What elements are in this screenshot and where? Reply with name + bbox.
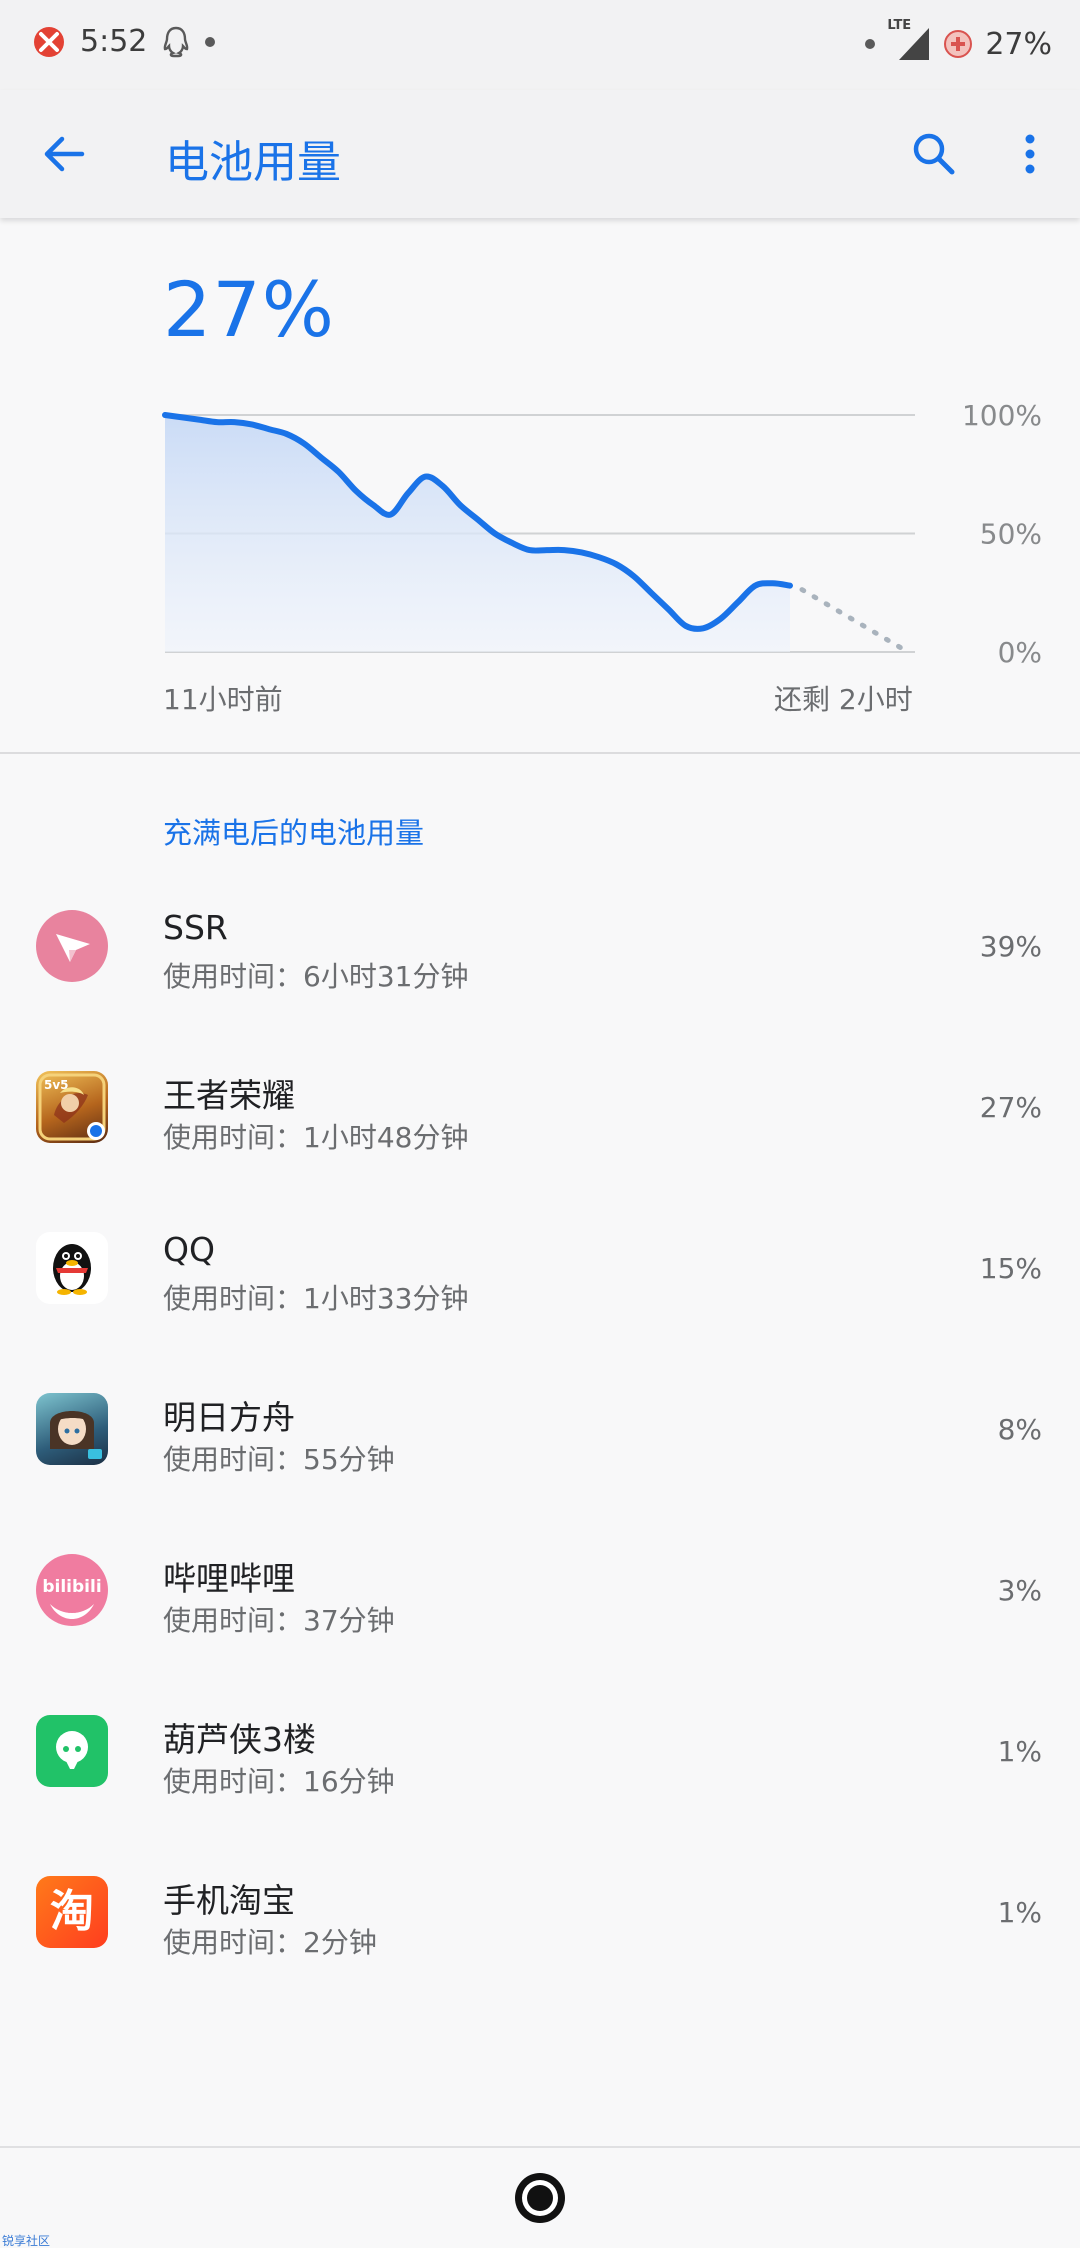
app-name: 明日方舟 bbox=[163, 1398, 295, 1437]
app-row-huluxia[interactable]: 葫芦侠3楼 使用时间：16分钟 1% bbox=[0, 1685, 1080, 1846]
status-time: 5:52 bbox=[80, 24, 148, 59]
svg-text:bilibili: bilibili bbox=[42, 1577, 101, 1597]
app-usage-time: 使用时间：16分钟 bbox=[163, 1765, 395, 1798]
app-row-ssr[interactable]: SSR 使用时间：6小时31分钟 39% bbox=[0, 880, 1080, 1041]
app-usage-time: 使用时间：37分钟 bbox=[163, 1604, 395, 1637]
app-usage-time: 使用时间：2分钟 bbox=[163, 1926, 377, 1959]
app-usage-time: 使用时间：55分钟 bbox=[163, 1443, 395, 1476]
back-arrow-icon[interactable] bbox=[34, 124, 94, 184]
app-row-taobao[interactable]: 淘 手机淘宝 使用时间：2分钟 1% bbox=[0, 1846, 1080, 2007]
app-name: SSR bbox=[163, 908, 228, 947]
section-divider bbox=[0, 752, 1080, 754]
page-title: 电池用量 bbox=[165, 137, 341, 188]
notification-dot-icon bbox=[205, 36, 216, 47]
app-battery-percent: 8% bbox=[997, 1413, 1042, 1446]
app-row-arknights[interactable]: 明日方舟 使用时间：55分钟 8% bbox=[0, 1363, 1080, 1524]
battery-level: 27% bbox=[163, 265, 335, 354]
app-name: 哔哩哔哩 bbox=[163, 1559, 295, 1598]
app-name: QQ bbox=[163, 1230, 215, 1269]
app-usage-time: 使用时间：1小时48分钟 bbox=[163, 1121, 469, 1154]
status-bar-right: LTE 27% bbox=[865, 18, 1052, 64]
app-name: 葫芦侠3楼 bbox=[163, 1720, 316, 1759]
qq-penguin-icon bbox=[36, 1232, 108, 1304]
status-battery-percent: 27% bbox=[985, 26, 1052, 62]
app-usage-time: 使用时间：1小时33分钟 bbox=[163, 1282, 469, 1315]
navigation-bar bbox=[0, 2146, 1080, 2248]
app-row-bilibili[interactable]: bilibili 哔哩哔哩 使用时间：37分钟 3% bbox=[0, 1524, 1080, 1685]
ssr-paper-plane-icon bbox=[36, 910, 108, 982]
taobao-icon-glyph: 淘 bbox=[50, 1886, 94, 1937]
chart-y-tick-label: 100% bbox=[962, 399, 1042, 432]
chart-y-tick-label: 0% bbox=[998, 636, 1042, 669]
screen: { "status_bar": { "time": "5:52", "netwo… bbox=[0, 0, 1080, 2248]
app-row-qq[interactable]: QQ 使用时间：1小时33分钟 15% bbox=[0, 1202, 1080, 1363]
more-options-icon[interactable] bbox=[1000, 124, 1060, 184]
signal-icon: LTE bbox=[887, 18, 931, 64]
status-bar: 5:52 LTE 27% bbox=[0, 0, 1080, 90]
app-name: 手机淘宝 bbox=[163, 1881, 295, 1920]
app-battery-percent: 1% bbox=[997, 1896, 1042, 1929]
app-battery-percent: 27% bbox=[979, 1091, 1042, 1124]
app-battery-percent: 1% bbox=[997, 1735, 1042, 1768]
battery-saver-icon bbox=[944, 30, 973, 58]
app-name: 王者荣耀 bbox=[163, 1076, 295, 1115]
app-battery-percent: 15% bbox=[979, 1252, 1042, 1285]
app-usage-list: SSR 使用时间：6小时31分钟 39% 5v5 王者荣耀 使用时间：1小时48… bbox=[0, 880, 1080, 2007]
svg-text:5v5: 5v5 bbox=[44, 1078, 69, 1092]
home-button-icon[interactable] bbox=[512, 2170, 568, 2226]
watermark: 锐享社区 bbox=[2, 2234, 51, 2248]
arknights-icon bbox=[36, 1393, 108, 1465]
search-icon[interactable] bbox=[904, 124, 964, 184]
qq-notification-icon bbox=[163, 26, 189, 57]
app-row-wangzhe[interactable]: 5v5 王者荣耀 使用时间：1小时48分钟 27% bbox=[0, 1041, 1080, 1202]
app-battery-percent: 39% bbox=[979, 930, 1042, 963]
battery-chart-svg: 100% 50% 0% bbox=[162, 399, 1042, 669]
app-battery-percent: 3% bbox=[997, 1574, 1042, 1607]
section-title: 充满电后的电池用量 bbox=[163, 816, 425, 850]
chart-end-label: 还剩 2小时 bbox=[774, 683, 913, 716]
bilibili-icon: bilibili bbox=[36, 1554, 108, 1626]
app-usage-time: 使用时间：6小时31分钟 bbox=[163, 960, 469, 993]
chart-y-tick-label: 50% bbox=[980, 518, 1042, 551]
app-bar: 电池用量 bbox=[0, 90, 1080, 218]
status-bar-left: 5:52 bbox=[32, 24, 216, 59]
honor-of-kings-icon: 5v5 bbox=[36, 1071, 108, 1143]
xbox-icon bbox=[34, 26, 64, 57]
battery-chart: 100% 50% 0% 11小时前 还剩 2小时 bbox=[0, 380, 1080, 740]
battery-projection-line bbox=[799, 587, 911, 655]
notification-dot-icon bbox=[865, 39, 876, 49]
chart-start-label: 11小时前 bbox=[163, 683, 283, 716]
huluxia-icon bbox=[36, 1715, 108, 1787]
taobao-icon: 淘 bbox=[36, 1876, 108, 1948]
